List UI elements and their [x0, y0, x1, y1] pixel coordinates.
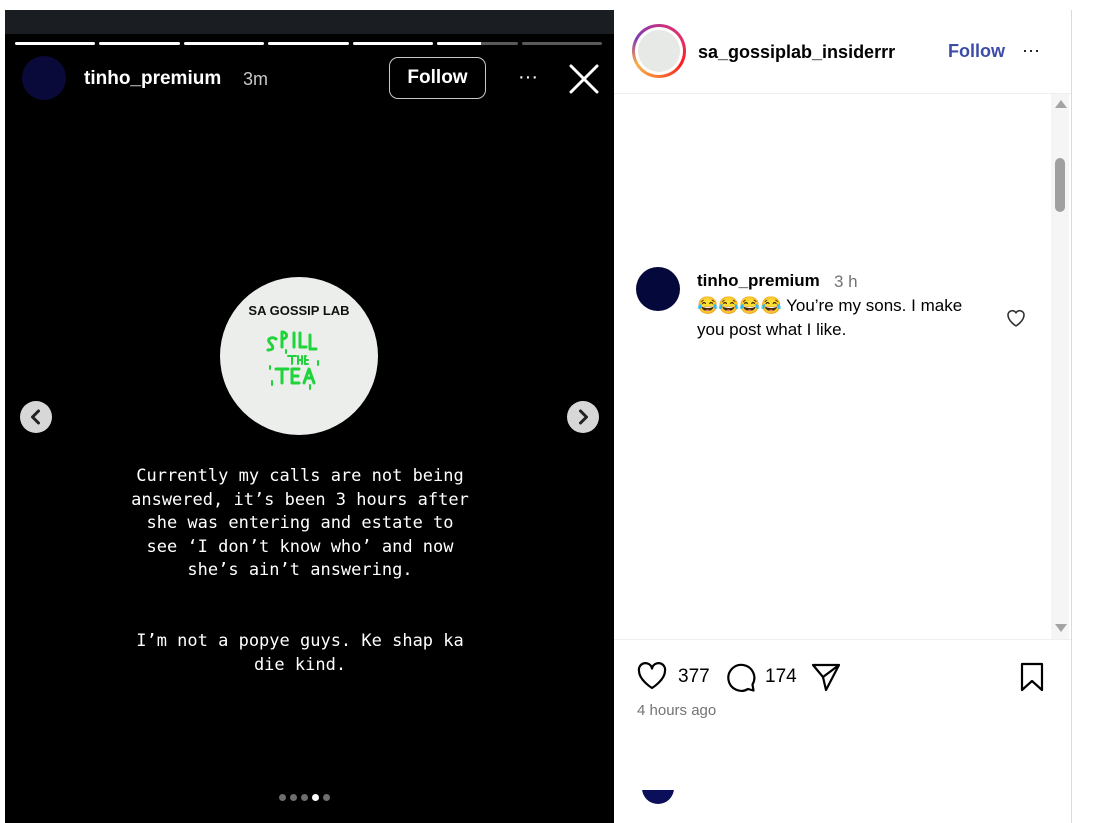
- story-progress-segment: [521, 42, 602, 45]
- post-more-options-icon[interactable]: ···: [1022, 40, 1040, 61]
- story-progress-segment: [15, 42, 96, 45]
- post-author-avatar[interactable]: [632, 24, 686, 78]
- spill-the-tea-logo-art: [266, 330, 319, 390]
- carousel-dot: [279, 794, 286, 801]
- save-bookmark-icon[interactable]: [1016, 661, 1048, 693]
- story-progress-segment: [437, 42, 518, 45]
- carousel-dot: [323, 794, 330, 801]
- comments-list[interactable]: [614, 94, 1071, 640]
- scroll-down-arrow-icon[interactable]: [1055, 624, 1067, 632]
- chevron-left-icon: [31, 409, 40, 425]
- next-story-button[interactable]: [567, 401, 599, 433]
- previous-story-button[interactable]: [20, 401, 52, 433]
- comment-text: 😂😂😂😂 You’re my sons. I make you post wha…: [697, 296, 963, 339]
- story-top-strip: [5, 10, 614, 34]
- story-progress-bar: [15, 42, 602, 45]
- scrollbar-thumb[interactable]: [1055, 158, 1065, 212]
- avatar-image: [638, 30, 680, 72]
- story-progress-segment: [352, 42, 434, 45]
- story-progress-segment: [99, 42, 180, 45]
- avatar-ring-gap: [635, 27, 683, 75]
- story-caption: Currently my calls are not being answere…: [131, 466, 469, 580]
- carousel-page-dots: [279, 794, 330, 801]
- story-more-options-icon[interactable]: ···: [513, 66, 543, 88]
- story-author-avatar[interactable]: [22, 56, 66, 100]
- scroll-up-arrow-icon[interactable]: [1055, 100, 1067, 108]
- comment-bubble-icon[interactable]: [725, 661, 757, 693]
- comment-username[interactable]: tinho_premium: [697, 271, 820, 291]
- post-timestamp[interactable]: 4 hours ago: [637, 702, 716, 719]
- comments-scrollbar[interactable]: [1051, 94, 1069, 640]
- post-author-username[interactable]: sa_gossiplab_insiderrr: [698, 42, 895, 63]
- story-viewer[interactable]: tinho_premium 3m Follow ··· SA GOSSIP LA…: [5, 10, 614, 823]
- story-caption-secondary: I’m not a popye guys. Ke shap ka die kin…: [136, 631, 464, 675]
- actions-divider: [614, 639, 1071, 640]
- story-author-username[interactable]: tinho_premium: [84, 68, 221, 90]
- carousel-dot: [290, 794, 297, 801]
- close-icon[interactable]: [567, 62, 601, 96]
- story-progress-segment: [268, 42, 349, 45]
- comment-timestamp: 3 h: [834, 272, 858, 291]
- story-timestamp: 3m: [243, 69, 269, 89]
- carousel-dot: [312, 794, 319, 801]
- share-paper-plane-icon[interactable]: [810, 661, 842, 693]
- post-detail-panel: sa_gossiplab_insiderrr Follow ··· tinho_…: [614, 10, 1072, 823]
- post-follow-button[interactable]: Follow: [948, 41, 1005, 62]
- logo-title: SA GOSSIP LAB: [248, 303, 350, 318]
- comment-like-heart-icon[interactable]: [1004, 306, 1028, 330]
- carousel-dot: [301, 794, 308, 801]
- comment-avatar[interactable]: [636, 267, 680, 311]
- next-comment-avatar-peek: [642, 790, 674, 804]
- comments-count[interactable]: 174: [765, 666, 797, 688]
- likes-count[interactable]: 377: [678, 666, 710, 688]
- story-follow-button[interactable]: Follow: [389, 57, 486, 99]
- story-progress-segment: [183, 42, 265, 45]
- sa-gossip-lab-logo: SA GOSSIP LAB: [220, 277, 378, 435]
- chevron-right-icon: [579, 409, 588, 425]
- like-heart-icon[interactable]: [636, 661, 668, 691]
